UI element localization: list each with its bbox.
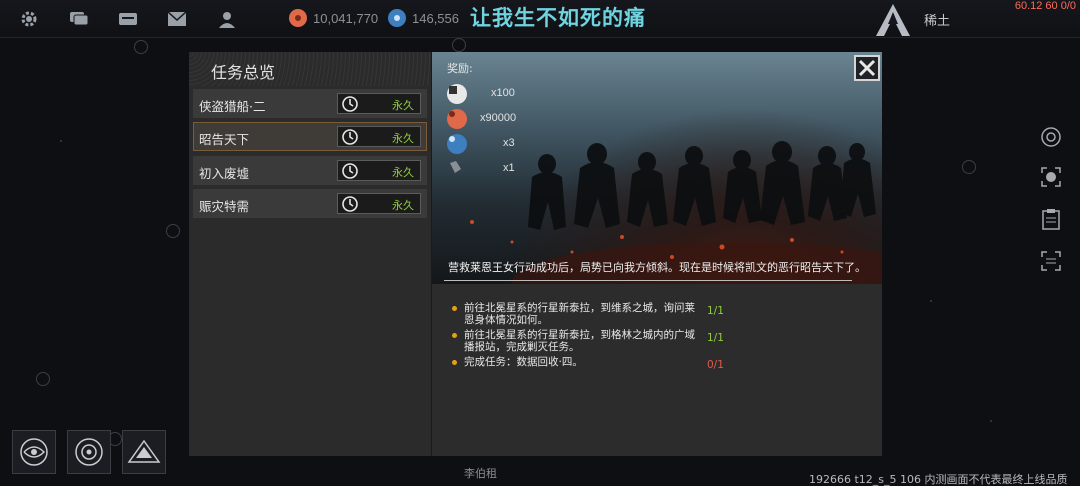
reward-item: x100 — [447, 84, 547, 104]
bg-star — [134, 40, 148, 54]
bg-star — [166, 224, 180, 238]
resource-coins: 10,041,770 — [289, 9, 378, 27]
build-info: 192666 t12_s_5 106 内测画面不代表最终上线品质 — [809, 473, 1068, 486]
quest-name: 侠盗猎船·二 — [199, 99, 266, 114]
quest-timer: 永久 — [337, 193, 421, 214]
quest-list-panel: 任务总览 侠盗猎船·二 永久 昭告天下 永久 初入废墟 永久 赈灾特需 永久 — [189, 52, 432, 456]
chat-icon[interactable] — [68, 8, 90, 30]
clock-icon — [342, 96, 358, 112]
top-bar: 10,041,770 146,556 让我生不如死的痛 稀土 60.12 60 … — [0, 0, 1080, 38]
bullet-icon — [452, 360, 457, 365]
mountain-icon — [127, 439, 161, 463]
quest-banner-image: 奖励: x100 x90000 x3 x1 营救莱恩王女行动成功后，局势已向我方… — [432, 52, 882, 284]
rank-logo-icon — [872, 0, 914, 42]
bg-star — [36, 372, 50, 386]
reward-qty: x3 — [503, 137, 515, 149]
objective-progress: 1/1 — [707, 332, 724, 344]
rank-label: 稀土 — [924, 14, 951, 29]
resource-crystals: 146,556 — [388, 9, 459, 27]
reward-qty: x90000 — [480, 112, 517, 124]
crystal-icon — [388, 9, 406, 27]
galaxy-button[interactable] — [12, 430, 56, 474]
reward-qty: x100 — [491, 87, 515, 99]
fps-counter: 60.12 60 0/0 — [1014, 0, 1076, 12]
objective-text: 完成任务：数据回收·四。 — [464, 356, 583, 368]
reward-label: 奖励: — [447, 62, 473, 75]
resource-coins-value: 10,041,770 — [313, 10, 379, 26]
clipboard-icon[interactable] — [1038, 206, 1064, 232]
bullet-icon — [452, 306, 457, 311]
orbit-icon — [75, 438, 103, 466]
quest-list-header: 任务总览 — [189, 52, 431, 86]
close-icon — [858, 59, 876, 77]
crystal-icon — [447, 134, 467, 154]
objective-item: 完成任务：数据回收·四。 0/1 — [452, 356, 872, 371]
reward-item: x1 — [447, 159, 547, 179]
reward-qty: x1 — [503, 162, 515, 174]
galaxy-icon — [20, 438, 48, 466]
quest-timer: 永久 — [337, 160, 421, 181]
quest-timer: 永久 — [337, 126, 421, 147]
quest-duration: 永久 — [392, 199, 414, 212]
quest-timer: 永久 — [337, 93, 421, 114]
quest-duration: 永久 — [392, 132, 414, 145]
quest-description: 营救莱恩王女行动成功后，局势已向我方倾斜。现在是时候将凯文的恶行昭告天下了。 — [448, 261, 866, 274]
objective-text: 前往北冕星系的行星新泰拉，到格林之城内的广域播报站，完成剿灭任务。 — [464, 329, 695, 353]
quest-row[interactable]: 赈灾特需 永久 — [193, 189, 427, 218]
quest-row[interactable]: 侠盗猎船·二 永久 — [193, 89, 427, 118]
quest-overview-dialog: 任务总览 侠盗猎船·二 永久 昭告天下 永久 初入废墟 永久 赈灾特需 永久 奖… — [189, 52, 882, 456]
resource-crystals-value: 146,556 — [412, 10, 459, 26]
bg-dot — [990, 420, 992, 422]
keyboard-icon[interactable] — [117, 8, 139, 30]
bg-star — [452, 38, 466, 52]
quest-name: 昭告天下 — [199, 132, 250, 147]
bullet-icon — [452, 333, 457, 338]
radar-icon[interactable] — [1038, 124, 1064, 150]
close-button[interactable] — [854, 55, 880, 81]
quest-row[interactable]: 初入废墟 永久 — [193, 156, 427, 185]
divider — [444, 280, 852, 281]
quest-list-title: 任务总览 — [211, 63, 276, 82]
quest-duration: 永久 — [392, 99, 414, 112]
objective-progress: 1/1 — [707, 305, 724, 317]
quest-duration: 永久 — [392, 166, 414, 179]
reward-item: x3 — [447, 134, 547, 154]
gear-icon[interactable] — [18, 8, 40, 30]
coin-icon — [289, 9, 307, 27]
clock-icon — [342, 196, 358, 212]
bg-dot — [60, 140, 62, 142]
scan-icon[interactable] — [1038, 164, 1064, 190]
page-title: 让我生不如死的痛 — [470, 6, 646, 30]
objective-progress: 0/1 — [707, 359, 724, 371]
quest-name: 赈灾特需 — [199, 199, 250, 214]
objective-list: 前往北冕星系的行星新泰拉，到维系之城，询问莱恩身体情况如何。 1/1 前往北冕星… — [452, 302, 872, 371]
objective-text: 前往北冕星系的行星新泰拉，到维系之城，询问莱恩身体情况如何。 — [464, 302, 695, 326]
clock-icon — [342, 129, 358, 145]
orbit-button[interactable] — [67, 430, 111, 474]
reward-item: x90000 — [447, 109, 547, 129]
coin-icon — [447, 109, 467, 129]
quest-name: 初入废墟 — [199, 166, 250, 181]
profile-icon[interactable] — [216, 8, 238, 30]
objective-item: 前往北冕星系的行星新泰拉，到格林之城内的广域播报站，完成剿灭任务。 1/1 — [452, 329, 872, 353]
bg-star — [962, 160, 976, 174]
bg-dot — [930, 300, 932, 302]
quest-detail-panel: 奖励: x100 x90000 x3 x1 营救莱恩王女行动成功后，局势已向我方… — [432, 52, 882, 456]
mail-icon[interactable] — [166, 8, 188, 30]
bottom-name-label: 李伯租 — [464, 467, 497, 480]
quest-row-selected[interactable]: 昭告天下 永久 — [193, 122, 427, 151]
terrain-button[interactable] — [122, 430, 166, 474]
objective-item: 前往北冕星系的行星新泰拉，到维系之城，询问莱恩身体情况如何。 1/1 — [452, 302, 872, 326]
credits-icon — [447, 84, 467, 104]
item-icon — [447, 159, 467, 179]
clock-icon — [342, 163, 358, 179]
list-frame-icon[interactable] — [1038, 248, 1064, 274]
